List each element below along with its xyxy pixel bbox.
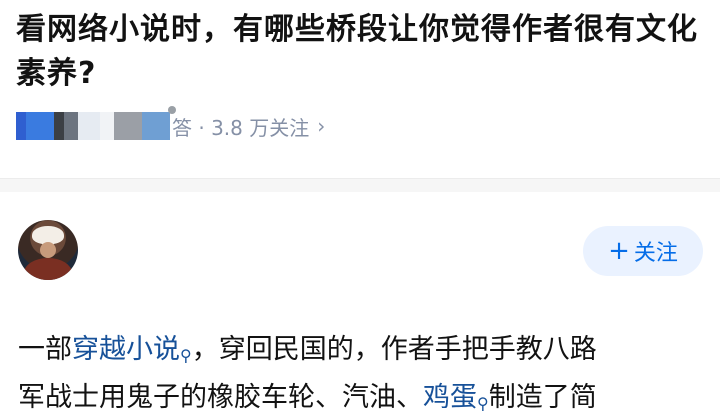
redaction-block (64, 112, 78, 140)
answer-content[interactable]: 一部穿越小说⚲，穿回民国的，作者手把手教八路 军战士用鬼子的橡胶车轮、汽油、鸡蛋… (18, 326, 708, 416)
answer-line-2: 军战士用鬼子的橡胶车轮、汽油、鸡蛋⚲制造了简 (18, 374, 708, 416)
pixelated-redaction (16, 106, 176, 140)
answer-follow-count: 答 · 3.8 万关注 (172, 115, 310, 140)
redaction-block (78, 112, 100, 140)
avatar-robe (24, 258, 72, 280)
redaction-block (100, 112, 114, 140)
redaction-block (16, 112, 26, 140)
chevron-right-icon: › (317, 114, 326, 138)
search-icon: ⚲ (180, 346, 192, 365)
answer-text: 一部 (18, 334, 72, 365)
keyword-link-eggs[interactable]: 鸡蛋⚲ (423, 382, 489, 413)
answer-line-1: 一部穿越小说⚲，穿回民国的，作者手把手教八路 (18, 326, 708, 374)
redaction-block (114, 112, 142, 140)
question-meta[interactable]: 答 · 3.8 万关注 › (16, 106, 326, 144)
question-title[interactable]: 看网络小说时，有哪些桥段让你觉得作者很有文化素养? (16, 8, 706, 96)
search-icon: ⚲ (477, 394, 489, 413)
answer-text: 军战士用鬼子的橡胶车轮、汽油、 (18, 382, 423, 413)
answer-text: 制造了简 (488, 382, 597, 413)
plus-icon: + (608, 236, 630, 266)
redaction-block (142, 112, 170, 140)
question-header: 看网络小说时，有哪些桥段让你觉得作者很有文化素养? 答 · 3.8 万关注 › (0, 0, 720, 178)
redaction-block (26, 112, 54, 140)
follow-label: 关注 (633, 241, 678, 266)
section-divider (0, 178, 720, 193)
answer-card: + 关注 一部穿越小说⚲，穿回民国的，作者手把手教八路 军战士用鬼子的橡胶车轮、… (0, 192, 720, 413)
redaction-block (54, 112, 64, 140)
follow-button[interactable]: + 关注 (583, 226, 703, 276)
avatar-face (40, 242, 56, 258)
keyword-link-time-travel-novel[interactable]: 穿越小说⚲ (72, 334, 192, 365)
answer-text: ，穿回民国的，作者手把手教八路 (191, 334, 597, 365)
author-avatar[interactable] (18, 220, 78, 280)
redaction-dot (168, 106, 176, 114)
